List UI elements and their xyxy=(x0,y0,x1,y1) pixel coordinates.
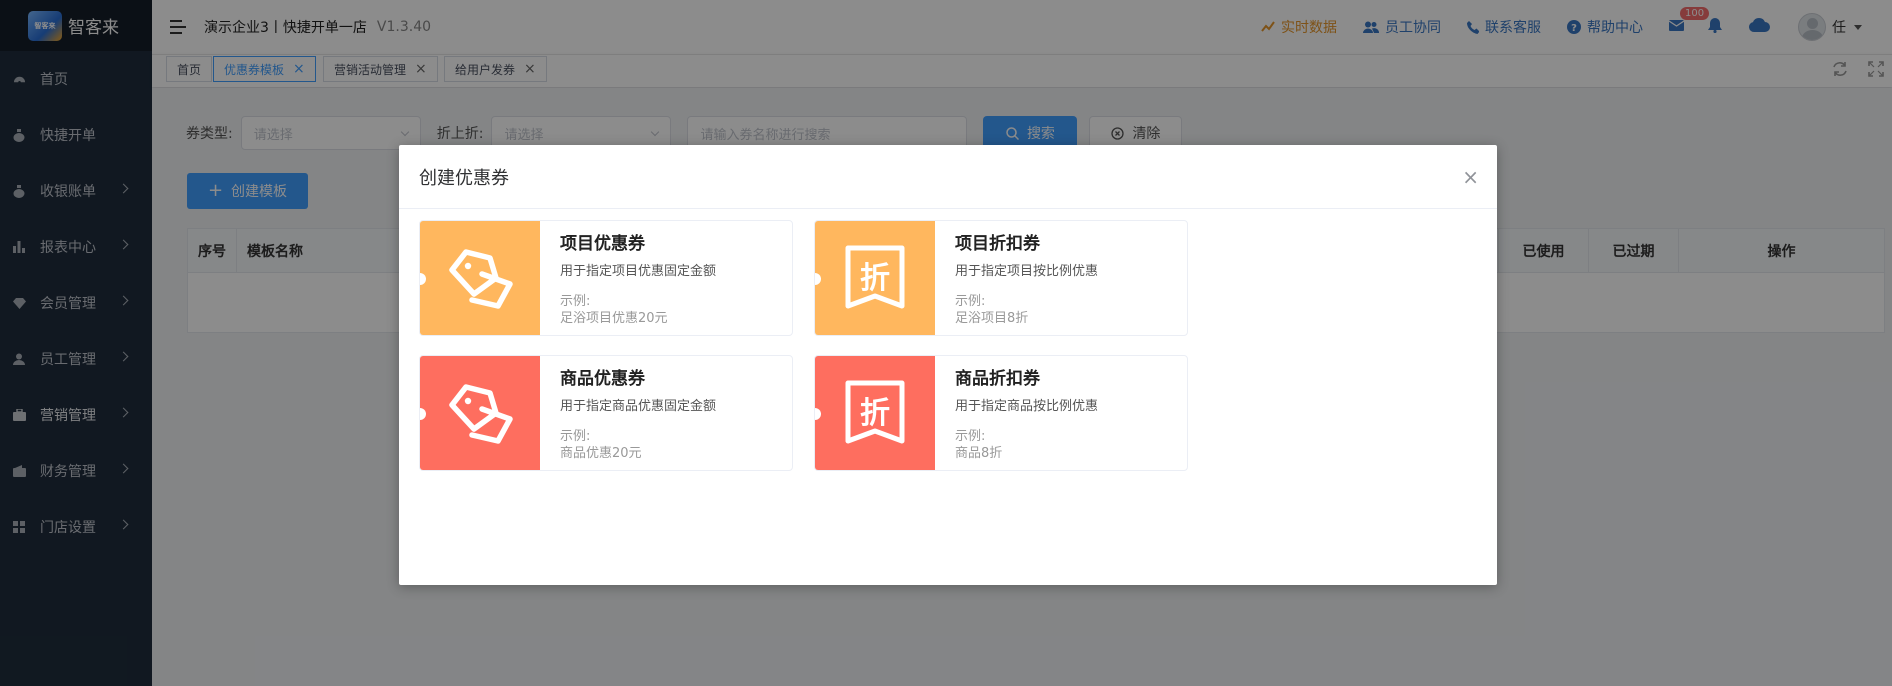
coupon-card-body: 商品折扣券 用于指定商品按比例优惠 示例: 商品8折 xyxy=(955,364,1179,462)
coupon-card-goods-amount[interactable]: 商品优惠券 用于指定商品优惠固定金额 示例: 商品优惠20元 xyxy=(419,355,793,471)
coupon-card-body: 项目优惠券 用于指定项目优惠固定金额 示例: 足浴项目优惠20元 xyxy=(560,229,784,327)
coupon-card-example: 示例: 足浴项目8折 xyxy=(955,293,1179,327)
coupon-card-example: 示例: 足浴项目优惠20元 xyxy=(560,293,784,327)
coupon-card-project-discount[interactable]: 折 项目折扣券 用于指定项目按比例优惠 示例: 足浴项目8折 xyxy=(814,220,1188,336)
coupon-card-goods-discount[interactable]: 折 商品折扣券 用于指定商品按比例优惠 示例: 商品8折 xyxy=(814,355,1188,471)
create-coupon-dialog: 创建优惠券 × 项目优惠券 用于指定项目优惠固定金额 示例: 足浴项目优惠20元 xyxy=(399,145,1497,585)
coupon-card-example: 示例: 商品8折 xyxy=(955,428,1179,462)
coupon-card-project-amount[interactable]: 项目优惠券 用于指定项目优惠固定金额 示例: 足浴项目优惠20元 xyxy=(419,220,793,336)
coupon-card-desc: 用于指定项目按比例优惠 xyxy=(955,264,1099,279)
coupon-card-title: 项目折扣券 xyxy=(955,234,1040,254)
dialog-header: 创建优惠券 × xyxy=(399,145,1497,209)
discount-glyph: 折 xyxy=(860,261,890,296)
discount-icon: 折 xyxy=(845,380,905,444)
discount-glyph: 折 xyxy=(860,396,890,431)
coupon-card-badge xyxy=(420,356,543,470)
coupon-card-desc: 用于指定商品优惠固定金额 xyxy=(560,399,717,414)
coupon-card-title: 商品折扣券 xyxy=(955,369,1040,389)
coupon-card-example-label: 示例: xyxy=(955,429,986,444)
close-icon[interactable]: × xyxy=(1462,167,1479,187)
coupon-card-example-label: 示例: xyxy=(560,429,591,444)
tag-icon xyxy=(449,384,513,444)
coupon-card-badge: 折 xyxy=(815,221,938,335)
coupon-card-example-label: 示例: xyxy=(955,294,986,309)
dialog-title: 创建优惠券 xyxy=(419,167,509,189)
coupon-card-body: 商品优惠券 用于指定商品优惠固定金额 示例: 商品优惠20元 xyxy=(560,364,784,462)
coupon-card-example-text: 足浴项目优惠20元 xyxy=(560,311,668,326)
coupon-card-desc: 用于指定商品按比例优惠 xyxy=(955,399,1099,414)
tag-icon xyxy=(449,249,513,309)
coupon-card-example-text: 商品优惠20元 xyxy=(560,446,642,461)
discount-icon: 折 xyxy=(845,245,905,309)
coupon-card-badge: 折 xyxy=(815,356,938,470)
coupon-card-example-text: 商品8折 xyxy=(955,446,1003,461)
coupon-card-body: 项目折扣券 用于指定项目按比例优惠 示例: 足浴项目8折 xyxy=(955,229,1179,327)
coupon-card-badge xyxy=(420,221,543,335)
coupon-card-title: 商品优惠券 xyxy=(560,369,645,389)
coupon-card-example-label: 示例: xyxy=(560,294,591,309)
coupon-card-example: 示例: 商品优惠20元 xyxy=(560,428,784,462)
coupon-card-desc: 用于指定项目优惠固定金额 xyxy=(560,264,717,279)
coupon-card-title: 项目优惠券 xyxy=(560,234,645,254)
coupon-card-example-text: 足浴项目8折 xyxy=(955,311,1029,326)
